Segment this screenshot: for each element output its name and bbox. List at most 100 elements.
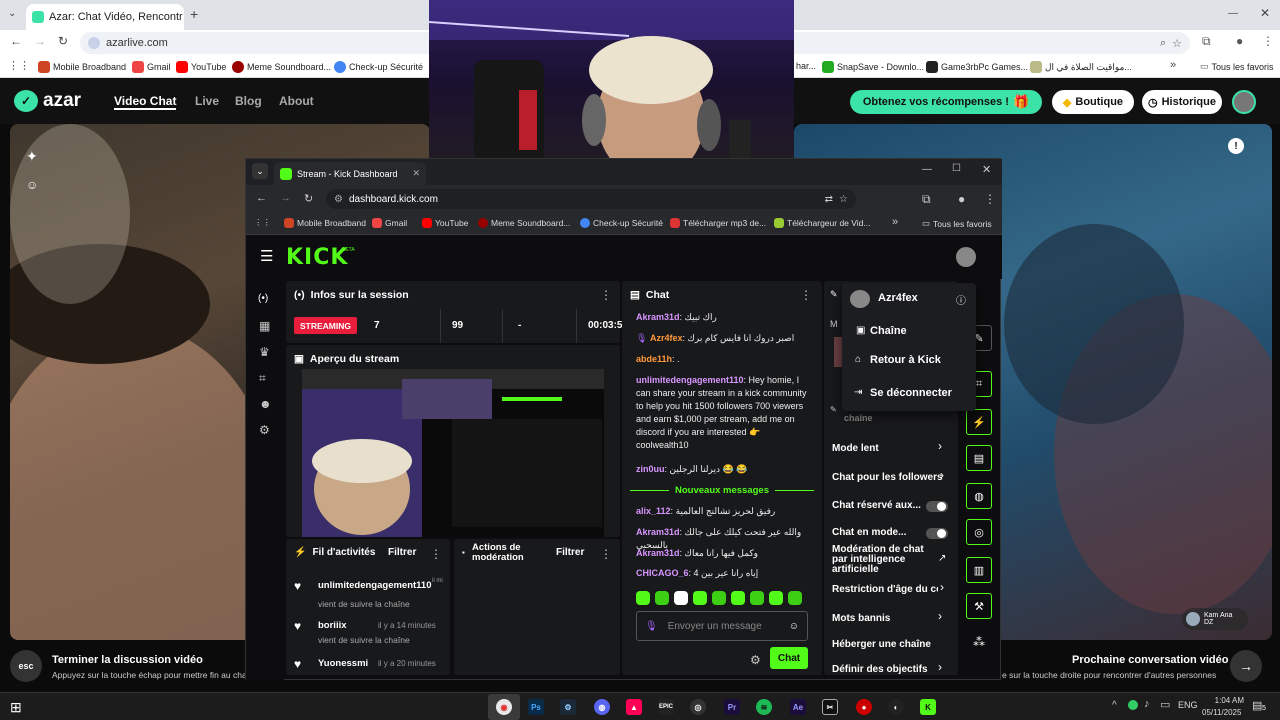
report-icon[interactable]: ! — [1228, 138, 1244, 154]
spotify-icon[interactable]: ≋ — [756, 699, 772, 715]
minimize-icon[interactable]: — — [922, 164, 932, 175]
esc-key-button[interactable]: esc — [10, 650, 42, 682]
chat-input[interactable]: 🎙 Envoyer un message ☺ — [636, 611, 808, 641]
bookmark-item[interactable]: YouTube — [176, 61, 226, 73]
nav-video-chat[interactable]: Video Chat — [114, 94, 177, 110]
history-button[interactable]: ◷ Historique — [1142, 90, 1222, 114]
kick-logo[interactable]: KICK — [286, 245, 348, 270]
chat-settings-icon[interactable]: ⚙ — [750, 653, 761, 667]
epic-games-icon[interactable]: EPIC — [658, 699, 674, 715]
chevron-right-icon[interactable]: › — [938, 660, 942, 674]
bookmark-item[interactable]: مواقيت الصلاة في ال... — [1030, 61, 1132, 73]
bookmark-item[interactable]: Gmail — [132, 61, 171, 73]
chevron-right-icon[interactable]: › — [940, 468, 944, 482]
user-avatar[interactable] — [1232, 90, 1256, 114]
panel-menu-icon[interactable]: ⋮ — [600, 547, 612, 561]
activity-user[interactable]: boriiix — [318, 620, 347, 631]
after-effects-icon[interactable]: Ae — [790, 699, 806, 715]
app-icon[interactable]: ● — [856, 699, 872, 715]
sticker-icon[interactable]: ☺ — [26, 178, 38, 192]
back-icon[interactable]: ← — [10, 34, 22, 48]
extensions-icon[interactable]: ⧉ — [1202, 34, 1211, 49]
nav-blog[interactable]: Blog — [235, 94, 262, 108]
site-info-icon[interactable] — [88, 37, 100, 49]
setting-age-restriction[interactable]: Restriction d'âge du co — [832, 584, 938, 595]
back-icon[interactable]: ← — [256, 192, 267, 204]
setting-ai-moderation[interactable]: Modération de chat par intelligence arti… — [832, 545, 932, 575]
profile-icon[interactable]: ● — [1236, 34, 1243, 48]
brave-icon[interactable]: ▲ — [626, 699, 642, 715]
next-arrow-button[interactable]: → — [1230, 650, 1262, 682]
emote-icon[interactable] — [655, 591, 669, 605]
profile-icon[interactable]: ● — [958, 192, 965, 206]
chat-username[interactable]: Akram31d — [636, 548, 680, 558]
menu-icon[interactable]: ⋮ — [984, 192, 996, 206]
emote-mode-toggle[interactable] — [926, 528, 948, 539]
menu-item-logout[interactable]: Se déconnecter — [870, 387, 952, 399]
external-link-icon[interactable]: ↗ — [938, 553, 946, 564]
chat-username[interactable]: alix_112 — [636, 506, 671, 516]
all-bookmarks[interactable]: ▭ Tous les favoris — [1200, 61, 1274, 72]
more-tools-icon[interactable]: ⁂ — [973, 635, 985, 649]
clock-time[interactable]: 1:04 AM — [1204, 696, 1244, 705]
apps-icon[interactable]: ⋮⋮ — [254, 217, 271, 228]
bookmark-item[interactable]: har... — [796, 61, 816, 71]
bookmark-item[interactable]: Check-up Sécurité — [580, 218, 663, 228]
kick-app-icon[interactable]: K — [920, 699, 936, 715]
forward-icon[interactable]: → — [34, 34, 46, 48]
network-icon[interactable]: ▭ — [1160, 698, 1170, 711]
lightning-icon[interactable]: ⚡ — [966, 409, 992, 435]
activity-filter-button[interactable]: Filtrer — [388, 547, 416, 558]
bookmark-item[interactable]: Meme Soundboard... — [232, 61, 331, 73]
bookmark-star-icon[interactable]: ☆ — [1172, 37, 1182, 50]
layout-icon[interactable]: ▥ — [966, 557, 992, 583]
nav-live[interactable]: Live — [195, 94, 219, 108]
more-bookmarks-icon[interactable]: » — [1170, 59, 1176, 71]
forward-icon[interactable]: → — [280, 192, 291, 204]
bookmark-item[interactable]: SnapSave - Downlo... — [822, 61, 924, 73]
bookmark-star-icon[interactable]: ☆ — [839, 194, 848, 205]
zoom-icon[interactable]: ⌕ — [1160, 37, 1166, 50]
tab-search-icon[interactable]: ⌄ — [252, 163, 268, 179]
panel-menu-icon[interactable]: ⋮ — [800, 288, 812, 302]
chat-username[interactable]: zin0uu — [636, 464, 665, 474]
kick-user-avatar[interactable] — [956, 247, 976, 267]
notes-icon[interactable]: ▤ — [966, 445, 992, 471]
setting-host-channel[interactable]: Héberger une chaîne — [832, 639, 962, 650]
bookmark-item[interactable]: Mobile Broadband — [38, 61, 126, 73]
kick-tab[interactable]: Stream - Kick Dashboard ✕ — [274, 162, 426, 185]
close-tab-icon[interactable]: ✕ — [412, 168, 420, 179]
discord-icon[interactable]: ◍ — [594, 699, 610, 715]
emote-icon[interactable] — [636, 591, 650, 605]
panel-menu-icon[interactable]: ⋮ — [430, 547, 442, 561]
chevron-right-icon[interactable]: › — [938, 609, 942, 623]
setting-banned-words[interactable]: Mots bannis — [832, 613, 962, 624]
settings-icon[interactable]: ⚙ — [259, 423, 270, 437]
chat-bubble-icon[interactable]: ◍ — [966, 483, 992, 509]
minimize-icon[interactable]: — — [1228, 8, 1238, 19]
maximize-icon[interactable]: ☐ — [952, 163, 961, 174]
photoshop-icon[interactable]: Ps — [528, 699, 544, 715]
bookmark-item[interactable]: Téléchargeur de Vid... — [774, 218, 870, 228]
panel-menu-icon[interactable]: ⋮ — [600, 288, 612, 302]
bookmark-item[interactable]: Meme Soundboard... — [478, 218, 570, 228]
community-icon[interactable]: ☻ — [259, 397, 272, 411]
extensions-icon[interactable]: ⧉ — [922, 192, 931, 207]
emote-icon[interactable] — [769, 591, 783, 605]
chat-username[interactable]: unlimitedengagement110 — [636, 375, 744, 385]
chevron-right-icon[interactable]: › — [940, 580, 944, 594]
windows-start-icon[interactable]: ⊞ — [10, 699, 22, 716]
emote-icon[interactable] — [750, 591, 764, 605]
bookmark-item[interactable]: Gmail — [372, 218, 407, 228]
chat-username[interactable]: abde11h — [636, 354, 672, 364]
emoji-icon[interactable]: ☺ — [789, 621, 799, 632]
menu-item-channel[interactable]: Chaîne — [870, 325, 907, 337]
obs-icon[interactable]: ◎ — [690, 699, 706, 715]
tray-expand-icon[interactable]: ^ — [1112, 700, 1117, 711]
shop-button[interactable]: ◆ Boutique — [1052, 90, 1134, 114]
bookmark-item[interactable]: Check-up Sécurité — [334, 61, 423, 73]
analytics-icon[interactable]: ▦ — [259, 319, 270, 333]
clock-date[interactable]: 05/11/2025 — [1202, 708, 1241, 717]
translate-icon[interactable]: ⇄ — [825, 194, 833, 205]
moderation-filter-button[interactable]: Filtrer — [556, 547, 584, 558]
